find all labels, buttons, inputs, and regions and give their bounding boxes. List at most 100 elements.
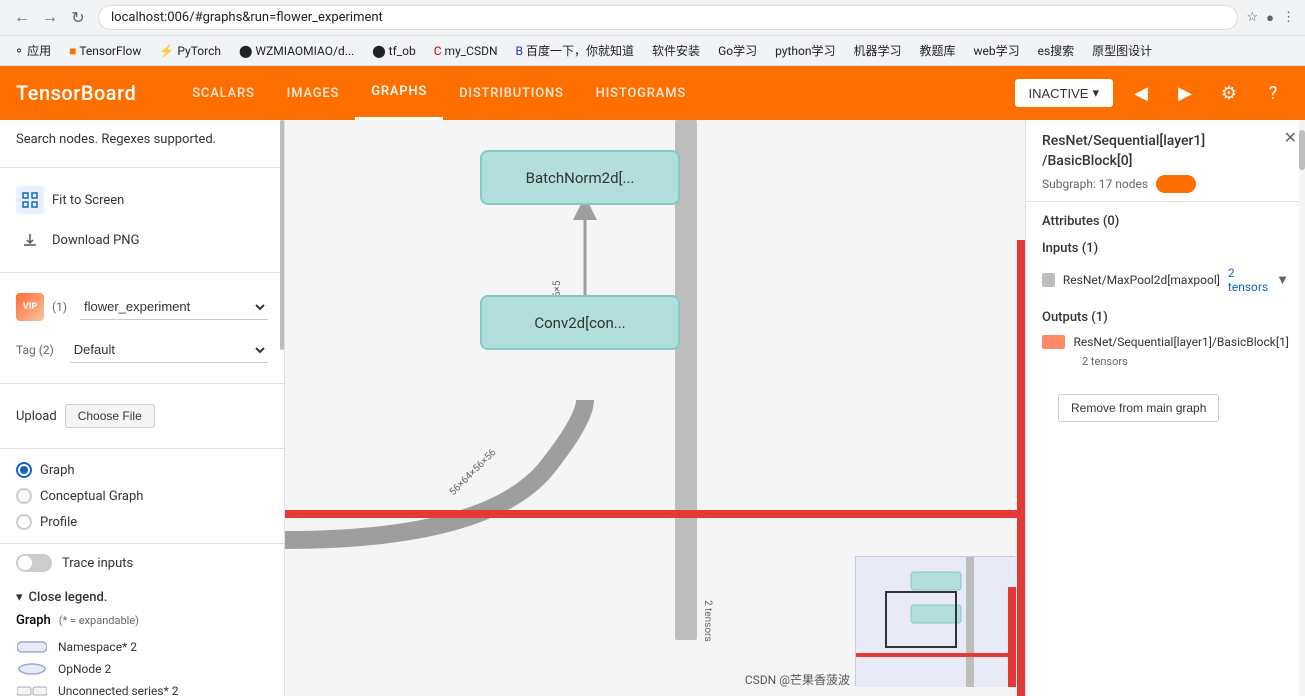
conv2d-label: Conv2d[con... — [534, 314, 625, 332]
fit-to-screen-item[interactable]: Fit to Screen — [16, 180, 268, 220]
outputs-section: Outputs (1) ResNet/Sequential[layer1]/Ba… — [1042, 310, 1289, 370]
main-nav: SCALARS IMAGES GRAPHS DISTRIBUTIONS HIST… — [176, 66, 702, 120]
tag-select[interactable]: Default — [70, 337, 268, 363]
menu-icon[interactable]: ⋮ — [1282, 10, 1295, 26]
sidebar: Search nodes. Regexes supported. Fit to … — [0, 120, 285, 696]
back-button[interactable]: ← — [10, 6, 34, 30]
radio-conceptual-circle — [16, 488, 32, 504]
input-tensor-count: 2 tensors — [1228, 266, 1268, 294]
conv2d-node[interactable]: Conv2d[con... — [480, 295, 680, 350]
upload-label: Upload — [16, 409, 57, 424]
legend-unconnected: Unconnected series* 2 — [16, 680, 268, 696]
graph-area[interactable]: 64×56×5 56×64×56×56 2 tensors BatchNorm2… — [285, 120, 1025, 696]
attributes-section: Attributes (0) — [1042, 214, 1289, 229]
bookmark-apps[interactable]: ⚬ 应用 — [8, 40, 57, 61]
batchnorm-node[interactable]: BatchNorm2d[... — [480, 150, 680, 205]
toolbar-section: Fit to Screen Download PNG — [0, 168, 284, 273]
bookmark-tensorflow[interactable]: ■ TensorFlow — [63, 42, 147, 60]
header-right: INACTIVE ▾ ◀ ▶ ⚙ ? — [1015, 77, 1290, 109]
download-png-item[interactable]: Download PNG — [16, 220, 268, 260]
browser-icons: ☆ ● ⋮ — [1246, 10, 1295, 26]
panel-scrollbar-track — [1299, 120, 1305, 696]
radio-graph-label: Graph — [40, 463, 75, 478]
tag-label: Tag (2) — [16, 343, 54, 357]
github-icon: ⬤ — [239, 44, 252, 58]
radio-conceptual-label: Conceptual Graph — [40, 489, 143, 504]
input-item: ResNet/MaxPool2d[maxpool] 2 tensors ▼ — [1042, 262, 1289, 298]
upload-row: Upload Choose File — [16, 396, 268, 436]
nav-scalars[interactable]: SCALARS — [176, 66, 270, 120]
legend-header[interactable]: ▾ Close legend. — [16, 590, 268, 605]
inactive-button[interactable]: INACTIVE ▾ — [1015, 79, 1114, 107]
radio-conceptual[interactable]: Conceptual Graph — [16, 483, 268, 509]
legend-namespace: Namespace* 2 — [16, 636, 268, 658]
namespace-icon — [16, 639, 48, 655]
right-panel: ✕ ResNet/Sequential[layer1] /BasicBlock[… — [1025, 120, 1305, 696]
bookmark-pytorch[interactable]: ⚡ PyTorch — [153, 42, 227, 60]
bookmark-software[interactable]: 软件安装 — [646, 40, 706, 61]
browser-bar: ← → ↻ localhost:006/#graphs&run=flower_e… — [0, 0, 1305, 36]
fit-screen-icon — [16, 186, 44, 214]
svg-text:56×64×56×56: 56×64×56×56 — [448, 447, 499, 498]
main-content: Search nodes. Regexes supported. Fit to … — [0, 120, 1305, 696]
radio-section: Graph Conceptual Graph Profile — [0, 449, 284, 543]
inputs-section: Inputs (1) ResNet/MaxPool2d[maxpool] 2 t… — [1042, 241, 1289, 298]
forward-button[interactable]: → — [38, 6, 62, 30]
profile-icon[interactable]: ● — [1266, 10, 1274, 26]
radio-profile[interactable]: Profile — [16, 509, 268, 535]
fit-screen-label: Fit to Screen — [52, 193, 124, 208]
next-button[interactable]: ▶ — [1169, 77, 1201, 109]
star-icon[interactable]: ☆ — [1246, 10, 1258, 26]
upload-section: Upload Choose File — [0, 384, 284, 449]
panel-close-button[interactable]: ✕ — [1284, 128, 1297, 147]
prev-button[interactable]: ◀ — [1125, 77, 1157, 109]
remove-from-graph-button[interactable]: Remove from main graph — [1058, 394, 1219, 422]
output-badge — [1042, 335, 1065, 349]
outputs-title: Outputs (1) — [1042, 310, 1289, 325]
address-bar[interactable]: localhost:006/#graphs&run=flower_experim… — [98, 5, 1238, 30]
settings-icon[interactable]: ⚙ — [1213, 77, 1245, 109]
sidebar-scrollbar[interactable] — [280, 120, 284, 350]
choose-file-button[interactable]: Choose File — [65, 404, 155, 428]
bookmark-web[interactable]: web学习 — [967, 40, 1025, 61]
legend-expandable: (* = expandable) — [59, 614, 139, 627]
panel-scrollbar-thumb[interactable] — [1299, 130, 1305, 170]
minimap-svg — [856, 557, 1016, 687]
nav-images[interactable]: IMAGES — [271, 66, 356, 120]
bookmark-prototype[interactable]: 原型图设计 — [1086, 40, 1158, 61]
subgraph-label: Subgraph: 17 nodes — [1042, 177, 1148, 191]
expand-icon[interactable]: ▼ — [1276, 272, 1289, 288]
reload-button[interactable]: ↻ — [66, 6, 90, 30]
subgraph-toggle[interactable] — [1156, 175, 1196, 193]
bookmark-go[interactable]: Go学习 — [712, 40, 763, 61]
legend-namespace-label: Namespace* 2 — [58, 640, 137, 654]
run-select[interactable]: flower_experiment — [80, 294, 268, 320]
bookmark-python[interactable]: python学习 — [769, 40, 841, 61]
input-node-text: ResNet/MaxPool2d[maxpool] — [1063, 273, 1220, 287]
nav-histograms[interactable]: HISTOGRAMS — [580, 66, 702, 120]
help-icon[interactable]: ? — [1257, 77, 1289, 109]
bookmark-github1[interactable]: ⬤ WZMIAOMIAO/d... — [233, 42, 360, 60]
nav-graphs[interactable]: GRAPHS — [355, 66, 443, 120]
panel-header: ✕ ResNet/Sequential[layer1] /BasicBlock[… — [1026, 120, 1305, 202]
nav-distributions[interactable]: DISTRIBUTIONS — [443, 66, 580, 120]
bookmark-ml[interactable]: 机器学习 — [847, 40, 907, 61]
trace-inputs-toggle[interactable] — [16, 554, 52, 572]
legend-unconnected-label: Unconnected series* 2 — [58, 684, 178, 696]
download-svg — [22, 232, 38, 248]
radio-graph[interactable]: Graph — [16, 457, 268, 483]
inactive-label: INACTIVE — [1029, 86, 1089, 101]
radio-graph-circle — [16, 462, 32, 478]
bookmark-baidu[interactable]: B 百度一下，你就知道 — [510, 40, 641, 61]
run-section: VIP (1) flower_experiment Tag (2) Defaul… — [0, 273, 284, 384]
bookmark-github2[interactable]: ⬤ tf_ob — [366, 42, 422, 60]
bookmark-csdn[interactable]: C my_CSDN — [428, 42, 504, 60]
legend-opnode-label: OpNode 2 — [58, 662, 111, 676]
legend-section: ▾ Close legend. Graph (* = expandable) N… — [0, 582, 284, 696]
inputs-title: Inputs (1) — [1042, 241, 1289, 256]
dropdown-arrow-icon: ▾ — [1092, 85, 1099, 101]
chevron-down-icon: ▾ — [16, 590, 23, 605]
bookmark-textbook[interactable]: 教题库 — [913, 40, 961, 61]
bookmark-es[interactable]: es搜索 — [1032, 40, 1081, 61]
tag-row: Tag (2) Default — [16, 329, 268, 371]
